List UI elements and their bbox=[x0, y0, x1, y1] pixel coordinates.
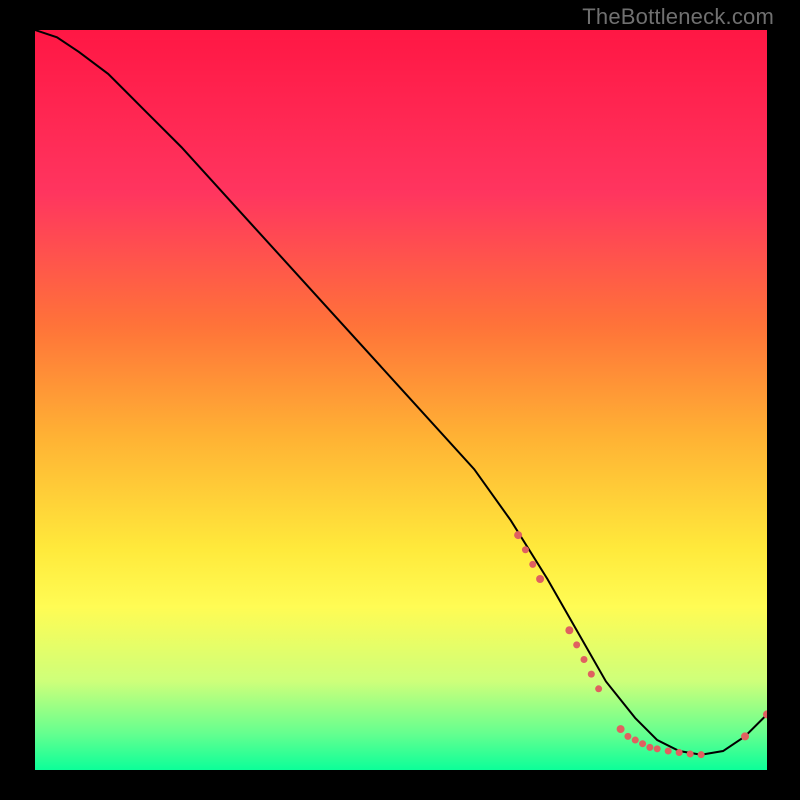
data-point bbox=[581, 656, 588, 663]
data-point bbox=[536, 575, 544, 583]
plot-area bbox=[35, 30, 767, 770]
data-point bbox=[617, 725, 625, 733]
data-point bbox=[514, 531, 522, 539]
data-point bbox=[522, 546, 529, 553]
data-point bbox=[624, 733, 631, 740]
chart-container: TheBottleneck.com bbox=[0, 0, 800, 800]
data-point bbox=[687, 750, 694, 757]
data-point bbox=[632, 737, 639, 744]
data-point bbox=[698, 751, 705, 758]
data-point bbox=[676, 749, 683, 756]
data-point bbox=[741, 732, 749, 740]
data-point bbox=[565, 626, 573, 634]
data-point bbox=[639, 740, 646, 747]
data-point bbox=[529, 561, 536, 568]
data-point bbox=[595, 685, 602, 692]
chart-svg bbox=[35, 30, 767, 762]
watermark-text: TheBottleneck.com bbox=[582, 4, 774, 30]
data-point bbox=[588, 671, 595, 678]
data-point bbox=[573, 641, 580, 648]
bottleneck-curve bbox=[35, 30, 767, 755]
data-point bbox=[646, 744, 653, 751]
data-point bbox=[654, 745, 661, 752]
data-point bbox=[665, 748, 672, 755]
